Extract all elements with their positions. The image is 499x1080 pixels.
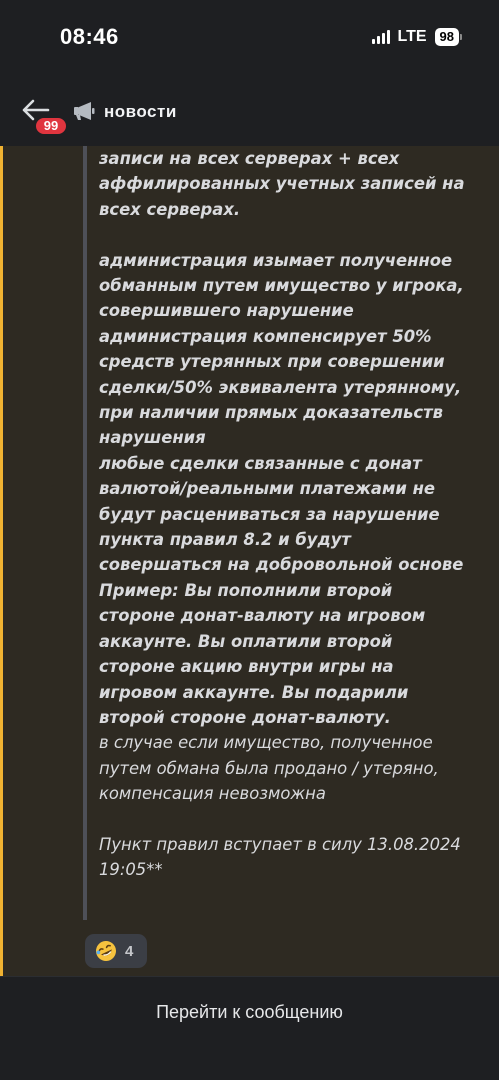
signal-icon — [371, 30, 390, 44]
text-line: любые сделки связанные с донат — [99, 453, 422, 473]
message-text-block1: записи на всех серверах + всех аффилиров… — [99, 146, 493, 222]
text-line: компенсация невозможна — [99, 784, 326, 804]
text-line: обманным путем имущество у игрока, — [99, 276, 464, 296]
text-line: при наличии прямых доказательств — [99, 403, 443, 423]
reaction-count: 4 — [125, 942, 134, 960]
text-line: в случае если имущество, полученное — [99, 733, 433, 753]
reaction-button[interactable]: 4 — [85, 934, 147, 968]
text-line: администрация изымает полученное — [99, 250, 453, 270]
unread-badge: 99 — [34, 116, 68, 136]
text-line: совершившего нарушение — [99, 301, 354, 321]
text-line: аффилированных учетных записей на — [99, 174, 465, 194]
text-line: аккаунте. Вы оплатили второй — [99, 631, 393, 651]
text-line: совершаться на добровольной основе — [99, 555, 464, 575]
text-line: администрация компенсирует 50% — [99, 326, 432, 346]
bottom-bar: Перейти к сообщению — [0, 976, 499, 1080]
rolling-on-floor-laughing-emoji — [96, 941, 116, 961]
status-bar: 08:46 LTE 98 — [0, 0, 499, 80]
message-text-footer: Пункт правил вступает в силу 13.08.2024 … — [99, 832, 493, 883]
status-indicators: LTE 98 — [371, 27, 463, 47]
text-line: валютой/реальными платежами не — [99, 479, 436, 499]
text-line: Пример: Вы пополнили второй — [99, 580, 393, 600]
text-line: второй стороне донат-валюту. — [99, 707, 391, 727]
megaphone-icon — [74, 102, 95, 120]
text-line: 19:05** — [99, 860, 163, 880]
text-line: всех серверах. — [99, 199, 241, 219]
block-quote: записи на всех серверах + всех аффилиров… — [83, 146, 493, 920]
text-line: сделки/50% эквивалента утерянному, — [99, 377, 462, 397]
text-line: путем обмана была продано / утеряно, — [99, 758, 439, 778]
text-line: игровом аккаунте. Вы подарили — [99, 682, 409, 702]
battery-icon: 98 — [434, 28, 463, 46]
message-text-block3: в случае если имущество, полученное путе… — [99, 730, 493, 806]
highlighted-message: записи на всех серверах + всех аффилиров… — [0, 146, 499, 976]
status-time: 08:46 — [60, 24, 119, 49]
text-line: записи на всех серверах + всех — [99, 149, 400, 168]
text-line: Пункт правил вступает в силу 13.08.2024 — [99, 834, 461, 854]
text-line: стороне акцию внутри игры на — [99, 657, 394, 677]
network-type: LTE — [397, 28, 427, 45]
text-line: будут расцениваться за нарушение — [99, 504, 440, 524]
text-line: нарушения — [99, 428, 206, 448]
jump-to-message-button[interactable]: Перейти к сообщению — [0, 997, 499, 1027]
message-text-block2: администрация изымает полученное обманны… — [99, 248, 493, 731]
channel-name[interactable]: новости — [104, 102, 177, 122]
text-line: стороне донат-валюту на игровом — [99, 606, 426, 626]
channel-header: 99 новости — [0, 80, 499, 146]
text-line: средств утерянных при совершении — [99, 352, 445, 372]
text-line: пункта правил 8.2 и будут — [99, 530, 351, 550]
